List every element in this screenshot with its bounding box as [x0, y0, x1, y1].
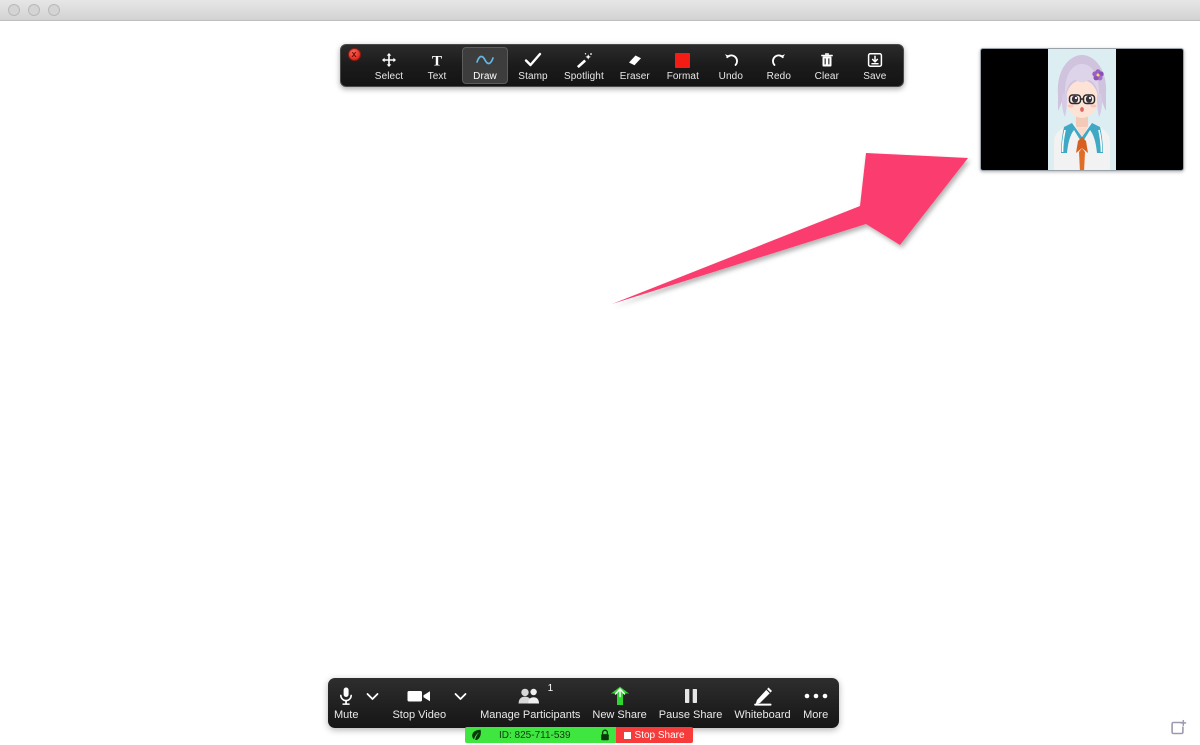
tool-clear[interactable]: Clear — [804, 47, 850, 84]
control-mute-label: Mute — [334, 708, 359, 721]
eraser-icon — [626, 50, 644, 70]
self-view-thumbnail[interactable] — [980, 48, 1184, 171]
wave-line-icon — [475, 50, 495, 70]
tool-save-label: Save — [863, 71, 887, 82]
control-stop-video[interactable]: Stop Video — [386, 678, 452, 728]
trash-icon — [819, 50, 835, 70]
tool-save[interactable]: Save — [852, 47, 898, 84]
meeting-id-strip[interactable]: ID: 825-711-539 Stop Share — [465, 727, 693, 743]
control-pause-share[interactable]: Pause Share — [653, 678, 729, 728]
redo-arrow-icon — [770, 50, 788, 70]
video-options-caret[interactable] — [452, 678, 474, 728]
tool-stamp-label: Stamp — [518, 71, 548, 82]
ellipsis-icon — [803, 685, 829, 707]
zoom-screen-share-window: x Select T Text Draw Stamp Spotlight Era… — [0, 0, 1200, 745]
control-stop-video-label: Stop Video — [392, 708, 447, 721]
pencil-icon — [752, 685, 774, 707]
control-whiteboard-label: Whiteboard — [734, 708, 791, 721]
window-close-button[interactable] — [8, 4, 20, 16]
chevron-down-icon — [367, 692, 379, 700]
window-minimize-button[interactable] — [28, 4, 40, 16]
audio-options-caret[interactable] — [364, 678, 386, 728]
participants-count-badge: 1 — [547, 682, 554, 694]
window-titlebar — [0, 0, 1200, 21]
stop-share-button[interactable]: Stop Share — [615, 727, 693, 743]
tool-undo[interactable]: Undo — [708, 47, 754, 84]
move-arrows-icon — [381, 50, 397, 70]
window-zoom-button[interactable] — [48, 4, 60, 16]
leaf-icon — [472, 729, 481, 740]
tool-clear-label: Clear — [814, 71, 840, 82]
tool-spotlight[interactable]: Spotlight — [558, 47, 610, 84]
control-manage-participants-label: Manage Participants — [480, 708, 581, 721]
video-camera-icon — [406, 685, 432, 707]
control-pause-share-label: Pause Share — [658, 708, 723, 721]
tool-undo-label: Undo — [718, 71, 743, 82]
control-whiteboard[interactable]: Whiteboard — [728, 678, 796, 728]
share-up-arrow-icon — [608, 685, 632, 707]
control-more-label: More — [803, 708, 829, 721]
control-manage-participants[interactable]: 1 Manage Participants — [474, 678, 586, 728]
tool-spotlight-label: Spotlight — [564, 71, 604, 82]
stop-share-label: Stop Share — [634, 729, 685, 741]
meeting-id-text: ID: 825-711-539 — [499, 729, 571, 741]
magic-wand-icon — [575, 50, 593, 70]
undo-arrow-icon — [722, 50, 740, 70]
control-more[interactable]: More — [797, 678, 835, 728]
svg-text:T: T — [432, 54, 442, 69]
tool-stamp[interactable]: Stamp — [510, 47, 556, 84]
tool-text-label: Text — [427, 71, 447, 82]
new-window-button[interactable] — [1168, 718, 1188, 738]
pause-icon — [681, 685, 701, 707]
tool-eraser[interactable]: Eraser — [612, 47, 658, 84]
meeting-id-section[interactable]: ID: 825-711-539 — [465, 727, 616, 743]
tool-text[interactable]: T Text — [414, 47, 460, 84]
stop-square-icon — [623, 731, 631, 739]
participants-icon: 1 — [517, 683, 553, 707]
tool-select[interactable]: Select — [366, 47, 412, 84]
microphone-icon — [337, 685, 355, 707]
chevron-down-icon — [454, 692, 467, 700]
control-new-share[interactable]: New Share — [586, 678, 652, 728]
new-window-plus-icon — [1171, 719, 1187, 735]
tool-select-label: Select — [374, 71, 404, 82]
control-new-share-label: New Share — [592, 708, 647, 721]
annotation-toolbar-close[interactable]: x — [343, 45, 365, 86]
tool-draw-label: Draw — [473, 71, 497, 82]
close-icon[interactable]: x — [347, 48, 361, 61]
tool-eraser-label: Eraser — [619, 71, 650, 82]
meeting-control-bar[interactable]: Mute Stop Video 1 Manage Participants Ne… — [328, 678, 839, 728]
control-mute[interactable]: Mute — [328, 678, 364, 728]
tool-draw[interactable]: Draw — [462, 47, 508, 84]
save-download-icon — [867, 50, 883, 70]
color-swatch-icon — [675, 50, 691, 70]
checkmark-icon — [524, 50, 542, 70]
lock-icon — [600, 729, 609, 741]
tool-format[interactable]: Format — [660, 47, 706, 84]
text-T-icon: T — [429, 50, 445, 70]
avatar — [1048, 49, 1116, 170]
tool-redo-label: Redo — [766, 71, 791, 82]
tool-format-label: Format — [666, 71, 699, 82]
tool-redo[interactable]: Redo — [756, 47, 802, 84]
annotation-toolbar[interactable]: x Select T Text Draw Stamp Spotlight Era… — [340, 44, 904, 87]
